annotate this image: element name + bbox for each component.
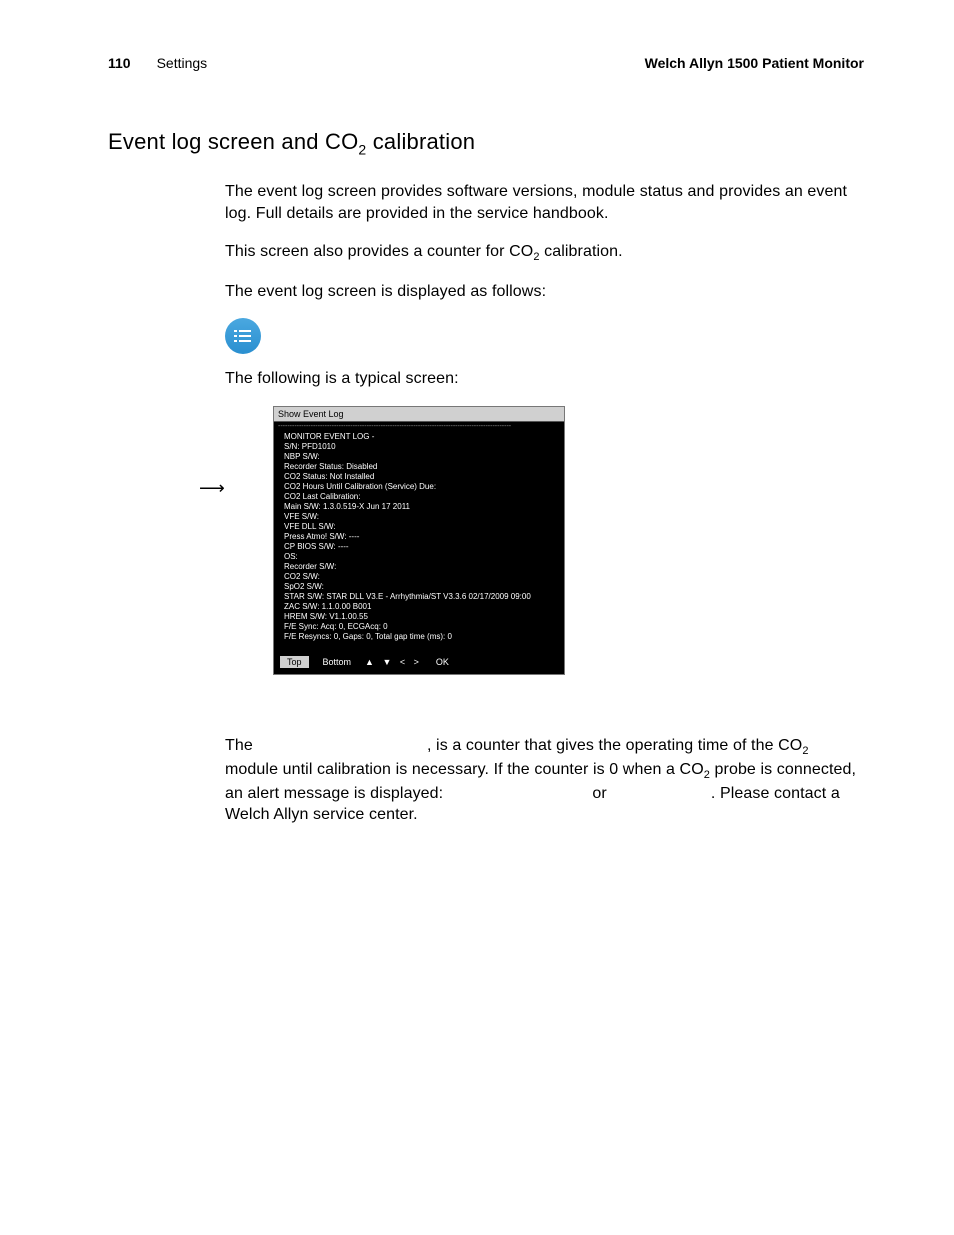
monitor-line: VFE S/W: — [284, 512, 558, 522]
monitor-line: CP BIOS S/W: ---- — [284, 542, 558, 552]
monitor-line: F/E Resyncs: 0, Gaps: 0, Total gap time … — [284, 632, 558, 642]
monitor-line: VFE DLL S/W: — [284, 522, 558, 532]
arrow-icon: ⟶ — [199, 478, 223, 499]
monitor-line: CO2 S/W: — [284, 572, 558, 582]
page-title: Event log screen and CO2 calibration — [108, 129, 864, 157]
monitor-line: STAR S/W: STAR DLL V3.E - Arrhythmia/ST … — [284, 592, 558, 602]
p5-e: or — [592, 785, 611, 802]
title-pre: Event log screen and CO — [108, 129, 358, 154]
page-number: 110 — [108, 55, 131, 71]
monitor-line: NBP S/W: — [284, 452, 558, 462]
monitor-title: Show Event Log — [274, 407, 564, 422]
monitor-window: Show Event Log -------------------------… — [273, 406, 565, 675]
paragraph-1: The event log screen provides software v… — [225, 181, 864, 224]
section-label: Settings — [157, 55, 208, 71]
paragraph-2: This screen also provides a counter for … — [225, 241, 864, 265]
p5-b: , is a counter that gives the operating … — [427, 737, 802, 754]
monitor-line: Recorder S/W: — [284, 562, 558, 572]
paragraph-4: The following is a typical screen: — [225, 368, 864, 390]
paragraph-3: The event log screen is displayed as fol… — [225, 281, 864, 303]
monitor-line: CO2 Hours Until Calibration (Service) Du… — [284, 482, 558, 492]
monitor-body: MONITOR EVENT LOG -S/N: PFD1010NBP S/W:R… — [274, 430, 564, 652]
list-icon — [225, 318, 261, 354]
monitor-footer: Top Bottom ▲ ▼ < > OK — [274, 652, 564, 674]
ok-button[interactable]: OK — [436, 657, 449, 667]
p5-a: The — [225, 737, 257, 754]
monitor-line: CO2 Last Calibration: — [284, 492, 558, 502]
monitor-line: S/N: PFD1010 — [284, 442, 558, 452]
eventlog-screenshot: ⟶ Show Event Log -----------------------… — [225, 406, 864, 675]
eventlog-icon-row — [225, 318, 864, 354]
p5-c: module until calibration is necessary. I… — [225, 761, 704, 778]
monitor-line: F/E Sync: Acq: 0, ECGAcq: 0 — [284, 622, 558, 632]
bottom-button[interactable]: Bottom — [323, 657, 352, 667]
monitor-line: HREM S/W: V1.1.00.55 — [284, 612, 558, 622]
nav-arrows[interactable]: ▲ ▼ < > — [365, 657, 422, 667]
p2-post: calibration. — [540, 243, 623, 260]
monitor-line: SpO2 S/W: — [284, 582, 558, 592]
monitor-line: MONITOR EVENT LOG - — [284, 432, 558, 442]
title-post: calibration — [366, 129, 475, 154]
p2-pre: This screen also provides a counter for … — [225, 243, 533, 260]
monitor-line: CO2 Status: Not Installed — [284, 472, 558, 482]
top-button[interactable]: Top — [280, 656, 309, 668]
header: 110 Settings Welch Allyn 1500 Patient Mo… — [108, 55, 864, 71]
monitor-line: Recorder Status: Disabled — [284, 462, 558, 472]
paragraph-5: The , is a counter that gives the operat… — [225, 735, 864, 826]
p5-b-sub: 2 — [802, 745, 808, 757]
monitor-divider: ----------------------------------------… — [274, 422, 564, 430]
monitor-line: Main S/W: 1.3.0.519-X Jun 17 2011 — [284, 502, 558, 512]
product-name: Welch Allyn 1500 Patient Monitor — [645, 55, 864, 71]
monitor-line: Press Atmo! S/W: ---- — [284, 532, 558, 542]
monitor-line: ZAC S/W: 1.1.0.00 B001 — [284, 602, 558, 612]
monitor-line: OS: — [284, 552, 558, 562]
